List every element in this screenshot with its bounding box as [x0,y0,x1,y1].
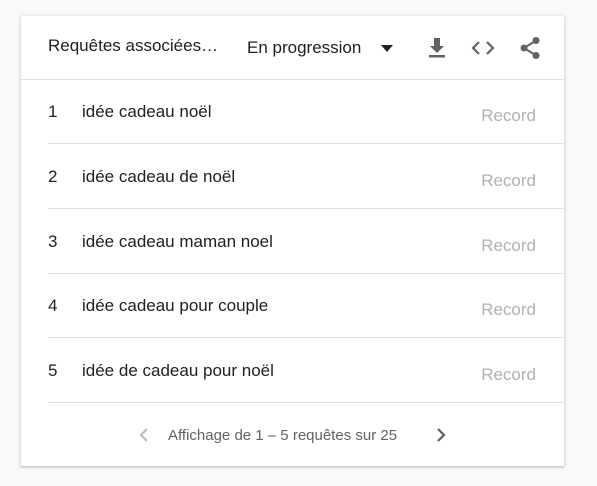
next-page-button[interactable] [433,426,449,444]
embed-code-icon [471,41,495,55]
table-row[interactable]: 2 idée cadeau de noël Record [48,145,564,209]
row-rank: 4 [48,296,58,315]
row-rank: 5 [48,361,58,380]
pagination-status: Affichage de 1 – 5 requêtes sur 25 [168,427,398,444]
previous-page-button[interactable] [136,426,152,444]
chevron-left-icon [139,428,148,442]
dropdown-value: En progression [247,38,362,57]
row-query-link[interactable]: idée cadeau noël [82,102,212,122]
related-queries-card: Requêtes associées… En progression 1 idé… [21,16,564,466]
row-query-link[interactable]: idée cadeau pour couple [82,296,268,316]
row-value: Record [481,106,536,125]
download-button[interactable] [424,35,450,61]
dropdown-arrow-icon [381,44,394,52]
share-button[interactable] [517,35,543,61]
download-icon [429,38,445,58]
row-rank: 1 [48,102,58,121]
pagination: Affichage de 1 – 5 requêtes sur 25 [21,404,564,466]
row-value: Record [481,365,536,384]
table-row[interactable]: 1 idée cadeau noël Record [48,80,564,144]
embed-button[interactable] [470,35,496,61]
row-query-link[interactable]: idée de cadeau pour noël [82,361,274,381]
row-rank: 3 [48,232,58,251]
table-row[interactable]: 4 idée cadeau pour couple Record [48,274,564,338]
table-row[interactable]: 3 idée cadeau maman noel Record [48,210,564,274]
row-value: Record [481,171,536,190]
share-icon [520,37,540,59]
card-header: Requêtes associées… En progression [21,16,564,80]
table-row[interactable]: 5 idée de cadeau pour noël Record [48,339,564,403]
row-query-link[interactable]: idée cadeau de noël [82,167,235,187]
row-value: Record [481,236,536,255]
row-rank: 2 [48,167,58,186]
chevron-right-icon [437,428,446,442]
metric-dropdown[interactable]: En progression [247,30,394,66]
row-value: Record [481,300,536,319]
card-title: Requêtes associées… [48,36,219,55]
row-query-link[interactable]: idée cadeau maman noel [82,232,273,252]
